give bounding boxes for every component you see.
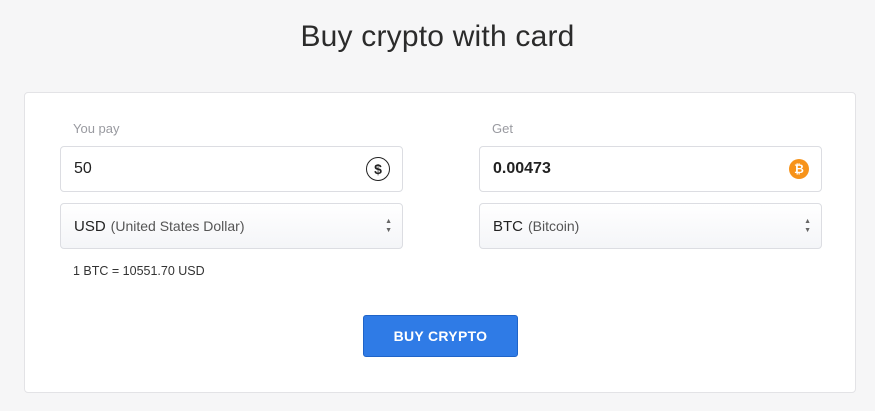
page-title: Buy crypto with card	[300, 20, 575, 53]
bitcoin-icon: ₿	[789, 159, 809, 179]
pay-amount-field[interactable]: 50 $	[60, 146, 403, 192]
get-currency-code: BTC	[493, 217, 523, 235]
dollar-circle-icon: $	[366, 157, 390, 181]
pay-amount-value[interactable]: 50	[74, 160, 366, 178]
get-label: Get	[492, 121, 513, 136]
pay-currency-select[interactable]: USD (United States Dollar) ▲ ▼	[60, 203, 403, 249]
exchange-rate: 1 BTC = 10551.70 USD	[73, 264, 205, 278]
select-arrows-icon: ▲ ▼	[385, 218, 392, 234]
get-amount-value[interactable]: 0.00473	[493, 160, 789, 178]
select-arrows-icon: ▲ ▼	[804, 218, 811, 234]
get-amount-field[interactable]: 0.00473 ₿	[479, 146, 822, 192]
pay-currency-name: (United States Dollar)	[110, 218, 245, 234]
get-currency-select[interactable]: BTC (Bitcoin) ▲ ▼	[479, 203, 822, 249]
get-currency-name: (Bitcoin)	[528, 218, 580, 234]
buy-crypto-button[interactable]: BUY CRYPTO	[363, 315, 518, 357]
pay-label: You pay	[73, 121, 120, 136]
pay-currency-code: USD	[74, 217, 106, 235]
exchange-card: You pay 50 $ USD (United States Dollar) …	[24, 92, 856, 393]
